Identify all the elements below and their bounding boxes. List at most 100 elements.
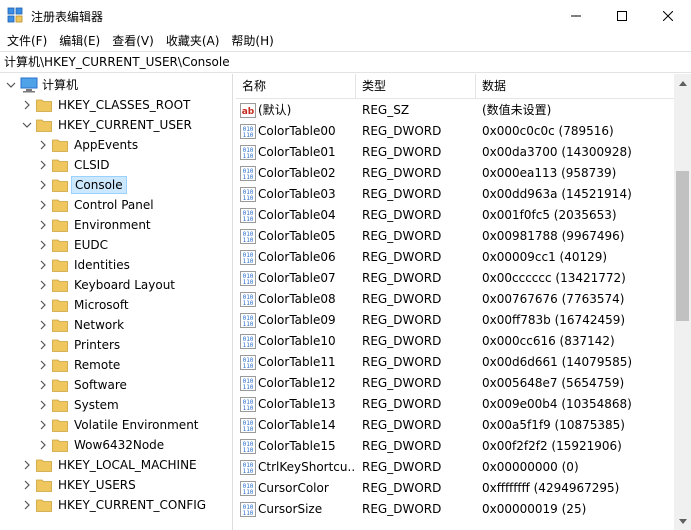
chevron-right-icon[interactable] xyxy=(38,380,48,390)
list-item[interactable]: 010 110 ColorTable04 REG_DWORD 0x001f0fc5 (2… xyxy=(236,205,674,226)
minimize-button[interactable] xyxy=(553,0,599,31)
list-item[interactable]: 010 110 ColorTable01 REG_DWORD 0x00da3700 (1… xyxy=(236,142,674,163)
folder-icon xyxy=(52,239,68,252)
chevron-right-icon[interactable] xyxy=(38,240,48,250)
list-item[interactable]: 010 110 ColorTable08 REG_DWORD 0x00767676 (7… xyxy=(236,289,674,310)
tree-item[interactable]: HKEY_CURRENT_CONFIG xyxy=(0,495,232,515)
chevron-right-icon[interactable] xyxy=(38,360,48,370)
list-item[interactable]: 010 110 CtrlKeyShortcu... REG_DWORD 0x000000… xyxy=(236,457,674,478)
svg-text:ab: ab xyxy=(242,107,255,117)
maximize-button[interactable] xyxy=(599,0,645,31)
scroll-down-button[interactable] xyxy=(674,513,691,530)
chevron-right-icon[interactable] xyxy=(22,480,32,490)
chevron-right-icon[interactable] xyxy=(38,180,48,190)
value-name: ColorTable08 xyxy=(258,292,336,306)
tree-item[interactable]: HKEY_CLASSES_ROOT xyxy=(0,95,232,115)
chevron-right-icon[interactable] xyxy=(38,160,48,170)
list-item[interactable]: 010 110 ColorTable14 REG_DWORD 0x00a5f1f9 (1… xyxy=(236,415,674,436)
value-type: REG_DWORD xyxy=(362,208,442,222)
menu-edit[interactable]: 编辑(E) xyxy=(53,31,106,51)
chevron-right-icon[interactable] xyxy=(22,460,32,470)
list-item[interactable]: 010 110 ColorTable09 REG_DWORD 0x00ff783b (1… xyxy=(236,310,674,331)
vertical-scrollbar[interactable] xyxy=(674,74,691,530)
chevron-right-icon[interactable] xyxy=(38,280,48,290)
value-data: 0x00f2f2f2 (15921906) xyxy=(482,439,622,453)
chevron-down-icon[interactable] xyxy=(22,120,32,130)
column-header-data[interactable]: 数据 xyxy=(476,74,674,99)
list-item[interactable]: 010 110 ColorTable03 REG_DWORD 0x00dd963a (1… xyxy=(236,184,674,205)
list-item[interactable]: 010 110 ColorTable07 REG_DWORD 0x00cccccc (1… xyxy=(236,268,674,289)
tree-item[interactable]: Control Panel xyxy=(0,195,232,215)
tree-item[interactable]: AppEvents xyxy=(0,135,232,155)
value-type: REG_DWORD xyxy=(362,187,442,201)
list-item[interactable]: 010 110 ColorTable00 REG_DWORD 0x000c0c0c (7… xyxy=(236,121,674,142)
tree-item[interactable]: Network xyxy=(0,315,232,335)
list-item[interactable]: 010 110 ColorTable05 REG_DWORD 0x00981788 (9… xyxy=(236,226,674,247)
chevron-right-icon[interactable] xyxy=(38,420,48,430)
tree-item[interactable]: Remote xyxy=(0,355,232,375)
chevron-right-icon[interactable] xyxy=(38,400,48,410)
tree-label: Wow6432Node xyxy=(74,438,165,452)
chevron-right-icon[interactable] xyxy=(38,260,48,270)
folder-icon xyxy=(36,99,52,112)
tree-label: Environment xyxy=(74,218,151,232)
tree-label: Console xyxy=(71,176,127,194)
chevron-right-icon[interactable] xyxy=(38,140,48,150)
folder-icon xyxy=(52,139,68,152)
chevron-right-icon[interactable] xyxy=(38,320,48,330)
menu-file[interactable]: 文件(F) xyxy=(0,31,53,51)
list-item[interactable]: 010 110 ColorTable13 REG_DWORD 0x009e00b4 (1… xyxy=(236,394,674,415)
menu-view[interactable]: 查看(V) xyxy=(106,31,160,51)
chevron-right-icon[interactable] xyxy=(38,340,48,350)
tree-item[interactable]: HKEY_CURRENT_USER xyxy=(0,115,232,135)
chevron-right-icon[interactable] xyxy=(38,200,48,210)
tree-item[interactable]: Printers xyxy=(0,335,232,355)
address-bar[interactable]: 计算机\HKEY_CURRENT_USER\Console xyxy=(0,51,691,73)
value-name: ColorTable04 xyxy=(258,208,336,222)
tree-label: Volatile Environment xyxy=(74,418,199,432)
chevron-right-icon[interactable] xyxy=(22,500,32,510)
scroll-up-icon xyxy=(678,80,687,86)
menu-favorites[interactable]: 收藏夹(A) xyxy=(160,31,226,51)
list-item[interactable]: 010 110 ColorTable10 REG_DWORD 0x000cc616 (8… xyxy=(236,331,674,352)
list-item[interactable]: 010 110 ColorTable11 REG_DWORD 0x00d6d661 (1… xyxy=(236,352,674,373)
list-item[interactable]: ab (默认) REG_SZ (数值未设置) xyxy=(236,100,674,121)
chevron-right-icon[interactable] xyxy=(22,100,32,110)
value-data: 0x00cccccc (13421772) xyxy=(482,271,626,285)
binary-value-icon: 010110 xyxy=(240,187,256,202)
tree-item[interactable]: System xyxy=(0,395,232,415)
tree-item[interactable]: Keyboard Layout xyxy=(0,275,232,295)
tree-item[interactable]: Microsoft xyxy=(0,295,232,315)
tree-item[interactable]: Console xyxy=(0,175,232,195)
tree-item[interactable]: HKEY_USERS xyxy=(0,475,232,495)
close-button[interactable] xyxy=(645,0,691,31)
menu-help[interactable]: 帮助(H) xyxy=(225,31,279,51)
column-header-type[interactable]: 类型 xyxy=(356,74,476,99)
list-item[interactable]: 010 110 ColorTable15 REG_DWORD 0x00f2f2f2 (1… xyxy=(236,436,674,457)
list-item[interactable]: 010 110 CursorColor REG_DWORD 0xffffffff (42… xyxy=(236,478,674,499)
tree-item[interactable]: Software xyxy=(0,375,232,395)
tree-item[interactable]: Identities xyxy=(0,255,232,275)
scroll-up-button[interactable] xyxy=(674,74,691,91)
list-item[interactable]: 010 110 CursorSize REG_DWORD 0x00000019 (25) xyxy=(236,499,674,520)
column-header-name[interactable]: 名称 xyxy=(236,74,356,99)
list-item[interactable]: 010 110 ColorTable02 REG_DWORD 0x000ea113 (9… xyxy=(236,163,674,184)
list-item[interactable]: 010 110 ColorTable06 REG_DWORD 0x00009cc1 (4… xyxy=(236,247,674,268)
tree-item[interactable]: Environment xyxy=(0,215,232,235)
chevron-right-icon[interactable] xyxy=(38,220,48,230)
list-item[interactable]: 010 110 ColorTable12 REG_DWORD 0x005648e7 (5… xyxy=(236,373,674,394)
binary-value-icon: 010110 xyxy=(240,229,256,244)
value-data: 0x00da3700 (14300928) xyxy=(482,145,632,159)
chevron-down-icon[interactable] xyxy=(6,80,16,90)
tree-item[interactable]: EUDC xyxy=(0,235,232,255)
chevron-right-icon[interactable] xyxy=(38,440,48,450)
tree-item[interactable]: Wow6432Node xyxy=(0,435,232,455)
tree-item-computer[interactable]: 计算机 xyxy=(0,75,232,95)
chevron-right-icon[interactable] xyxy=(38,300,48,310)
value-type: REG_DWORD xyxy=(362,313,442,327)
scroll-thumb[interactable] xyxy=(676,171,689,321)
tree-item[interactable]: HKEY_LOCAL_MACHINE xyxy=(0,455,232,475)
value-type: REG_DWORD xyxy=(362,481,442,495)
tree-item[interactable]: Volatile Environment xyxy=(0,415,232,435)
tree-item[interactable]: CLSID xyxy=(0,155,232,175)
